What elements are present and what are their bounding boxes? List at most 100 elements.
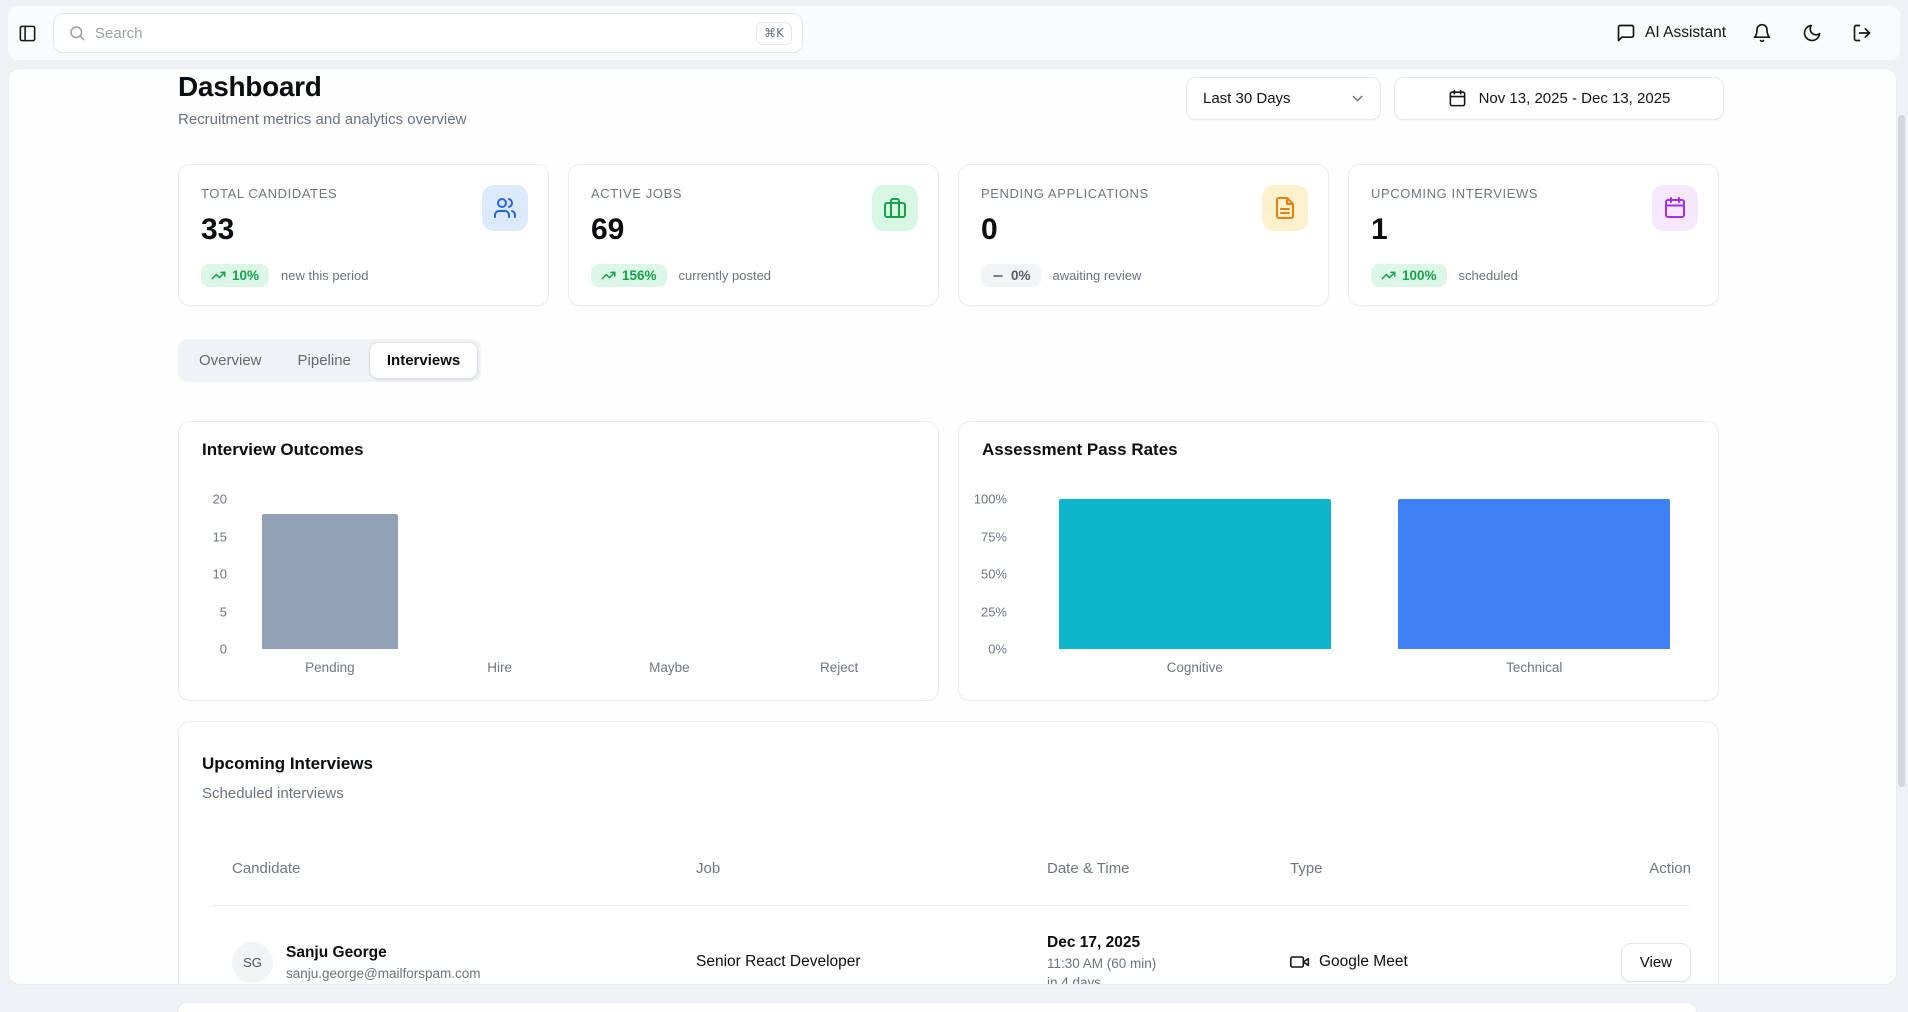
stat-footer: 10%new this period	[201, 264, 368, 287]
ai-assistant-label: AI Assistant	[1645, 24, 1726, 42]
calendar-icon	[1448, 89, 1467, 108]
tab-interviews[interactable]: Interviews	[370, 343, 477, 378]
x-axis-label: Maybe	[585, 660, 755, 675]
stat-value: 69	[591, 213, 916, 247]
y-axis-tick: 20	[213, 492, 227, 507]
datetime-cell: Dec 17, 2025 11:30 AM (60 min) in 4 days	[1047, 934, 1290, 985]
stat-value: 33	[201, 213, 526, 247]
avatar: SG	[232, 942, 273, 983]
stat-value: 0	[981, 213, 1306, 247]
category-band	[754, 499, 924, 649]
column-header-type: Type	[1290, 860, 1601, 877]
category-band	[1025, 499, 1365, 649]
ai-assistant-button[interactable]: AI Assistant	[1616, 23, 1726, 43]
stat-cards-row: TOTAL CANDIDATES3310%new this periodACTI…	[178, 164, 1719, 306]
notifications-button[interactable]	[1748, 19, 1776, 47]
stat-label: TOTAL CANDIDATES	[201, 186, 526, 201]
trending-up-icon	[1381, 268, 1396, 283]
interview-time: 11:30 AM (60 min)	[1047, 956, 1290, 971]
dark-mode-toggle[interactable]	[1798, 19, 1826, 47]
category-band	[245, 499, 415, 649]
calendar-icon	[1652, 185, 1698, 231]
chat-bubble-icon	[1616, 23, 1636, 43]
trend-value: 10%	[232, 268, 259, 283]
bell-icon	[1752, 23, 1772, 43]
y-axis-tick: 50%	[981, 567, 1007, 582]
candidate-cell: SG Sanju George sanju.george@mailforspam.c…	[232, 942, 696, 983]
header-controls: Last 30 Days Nov 13, 2025 - Dec 13, 2025	[1186, 77, 1724, 120]
y-axis-tick: 100%	[974, 492, 1007, 507]
y-axis-tick: 0	[220, 642, 227, 657]
search-shortcut-badge: ⌘K	[756, 22, 792, 45]
trend-badge: 0%	[981, 264, 1041, 287]
date-range-picker-button[interactable]: Nov 13, 2025 - Dec 13, 2025	[1394, 77, 1724, 120]
briefcase-icon	[872, 185, 918, 231]
trend-badge: 100%	[1371, 264, 1447, 287]
x-axis-label: Technical	[1365, 660, 1705, 675]
search-input[interactable]	[95, 14, 756, 52]
view-button[interactable]: View	[1621, 943, 1691, 982]
stat-card: PENDING APPLICATIONS00%awaiting review	[958, 164, 1329, 306]
column-header-action: Action	[1601, 860, 1691, 877]
minus-icon	[991, 269, 1005, 283]
y-axis-tick: 5	[220, 604, 227, 619]
sidebar-toggle-button[interactable]	[14, 20, 41, 47]
tab-pipeline[interactable]: Pipeline	[281, 343, 368, 378]
stat-footer: 100% scheduled	[1371, 264, 1518, 287]
y-axis: 05101520	[179, 499, 237, 649]
job-cell: Senior React Developer	[696, 953, 1047, 971]
interview-date: Dec 17, 2025	[1047, 934, 1290, 952]
search-icon	[68, 24, 86, 42]
plot-area	[245, 499, 924, 649]
column-header-candidate: Candidate	[232, 860, 696, 877]
y-axis-tick: 75%	[981, 529, 1007, 544]
candidate-email: sanju.george@mailforspam.com	[286, 966, 481, 981]
upcoming-interviews-title: Upcoming Interviews	[202, 754, 373, 774]
tab-overview[interactable]: Overview	[182, 343, 279, 378]
top-bar: ⌘K AI Assistant	[8, 6, 1900, 60]
upcoming-interviews-subtitle: Scheduled interviews	[202, 785, 344, 802]
stat-caption: scheduled	[1459, 268, 1518, 283]
stat-card: ACTIVE JOBS69156%currently posted	[568, 164, 939, 306]
page-header: Dashboard Recruitment metrics and analyt…	[178, 71, 466, 128]
chart-plot: 0%25%50%75%100%	[959, 499, 1704, 649]
vertical-scrollbar[interactable]	[1898, 115, 1905, 787]
trend-value: 0%	[1011, 268, 1031, 283]
page-subtitle: Recruitment metrics and analytics overvi…	[178, 111, 466, 128]
candidate-name: Sanju George	[286, 944, 481, 962]
stat-card: TOTAL CANDIDATES 33 10%new this period	[178, 164, 549, 306]
chevron-down-icon	[1349, 90, 1366, 107]
main-content-panel: Dashboard Recruitment metrics and analyt…	[8, 68, 1897, 985]
stat-caption: awaiting review	[1053, 268, 1142, 283]
category-band	[1365, 499, 1705, 649]
column-header-job: Job	[696, 860, 1047, 877]
trend-badge: 10%	[201, 264, 269, 287]
x-axis-label: Cognitive	[1025, 660, 1365, 675]
logout-button[interactable]	[1848, 19, 1876, 47]
users-icon	[482, 185, 528, 231]
date-range-select[interactable]: Last 30 Days	[1186, 77, 1381, 120]
chart-plot: 05101520	[179, 499, 924, 649]
sidebar-toggle-icon	[18, 24, 37, 43]
page-title: Dashboard	[178, 71, 466, 103]
trend-badge: 156%	[591, 264, 667, 287]
trend-value: 156%	[622, 268, 657, 283]
next-section-edge	[177, 1002, 1697, 1012]
stat-label: UPCOMING INTERVIEWS	[1371, 186, 1696, 201]
bar-technical	[1398, 499, 1670, 649]
stat-footer: 156% currently posted	[591, 264, 771, 287]
category-band	[415, 499, 585, 649]
interview-relative-time: in 4 days	[1047, 975, 1290, 985]
y-axis: 0%25%50%75%100%	[959, 499, 1017, 649]
video-camera-icon	[1290, 952, 1310, 972]
stat-caption: currently posted	[679, 268, 772, 283]
interview-outcomes-chart-card: Interview Outcomes05101520PendingHireMay…	[178, 421, 939, 701]
y-axis-tick: 10	[213, 567, 227, 582]
x-axis-label: Pending	[245, 660, 415, 675]
topbar-actions: AI Assistant	[1616, 19, 1876, 47]
bar-pending	[262, 514, 398, 649]
chart-title: Interview Outcomes	[202, 440, 364, 460]
trend-value: 100%	[1402, 268, 1437, 283]
interview-row: SG Sanju George sanju.george@mailforspam.c…	[179, 906, 1718, 985]
trending-up-icon	[211, 268, 226, 283]
